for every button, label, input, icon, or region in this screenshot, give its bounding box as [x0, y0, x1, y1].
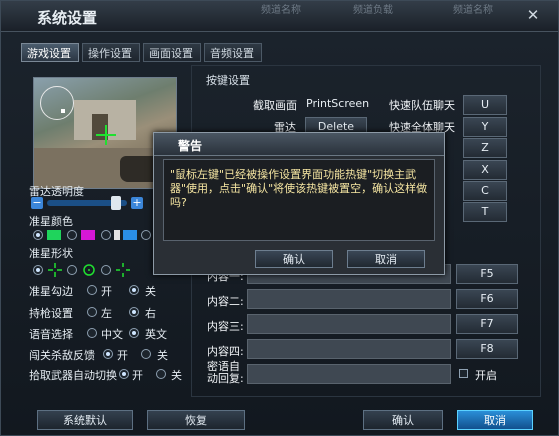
hold-left-radio[interactable] [87, 307, 97, 317]
blue-swatch [123, 230, 137, 240]
kill-on-radio[interactable] [103, 349, 113, 359]
auto-on-label: 开 [132, 369, 143, 382]
green-swatch [47, 230, 61, 240]
content-label-3: 内容三: [207, 320, 244, 333]
screenshot-label: 截取画面 [253, 99, 297, 112]
content-field-3[interactable] [247, 314, 451, 334]
close-icon[interactable]: ✕ [521, 5, 545, 25]
dialog-message: "鼠标左键"已经被操作设置界面功能热键"切换主武器"使用，点击"确认"将使该热键… [163, 159, 435, 241]
content-field-2[interactable] [247, 289, 451, 309]
extra-key-t[interactable]: T [463, 202, 507, 222]
system-defaults-button[interactable]: 系统默认 [37, 410, 133, 430]
outline-off-label: 关 [145, 285, 156, 298]
outline-label: 准星勾边 [29, 285, 73, 298]
team-chat-label: 快速队伍聊天 [389, 99, 455, 112]
radar-icon [40, 86, 74, 120]
dialog-title-bar: 警告 [154, 133, 444, 156]
bg-column-1: 频道名称 [261, 5, 301, 16]
warning-dialog: 警告 "鼠标左键"已经被操作设置界面功能热键"切换主武器"使用，点击"确认"将使… [153, 132, 445, 275]
lang-en-label: 英文 [145, 328, 167, 341]
bg-column-3: 频道名称 [453, 5, 493, 16]
outline-on-radio[interactable] [87, 285, 97, 295]
hold-label: 持枪设置 [29, 307, 73, 320]
kill-on-label: 开 [117, 349, 128, 362]
extra-key-x[interactable]: X [463, 160, 507, 180]
hold-right-radio[interactable] [129, 307, 139, 317]
color-radio-white[interactable] [101, 230, 111, 240]
hold-right-label: 右 [145, 307, 156, 320]
title-bar: 系统设置 频道名称 频道负载 频道名称 ✕ [1, 1, 558, 32]
crosshair-circle-icon [83, 264, 95, 276]
screenshot-key[interactable]: PrintScreen [306, 97, 369, 110]
lang-en-radio[interactable] [129, 328, 139, 338]
crosshair-cross-icon [48, 263, 62, 277]
shape-radio-3[interactable] [101, 265, 111, 275]
settings-window: 系统设置 频道名称 频道负载 频道名称 ✕ 游戏设置 操作设置 画面设置 音频设… [0, 0, 559, 436]
tab-display-settings[interactable]: 画面设置 [143, 43, 201, 62]
content-key-f8[interactable]: F8 [456, 339, 518, 359]
content-key-f7[interactable]: F7 [456, 314, 518, 334]
crosshair-gap-icon [116, 263, 130, 277]
tab-control-settings[interactable]: 操作设置 [82, 43, 140, 62]
content-label-2: 内容二: [207, 295, 244, 308]
dialog-title: 警告 [178, 139, 203, 153]
dialog-cancel-button[interactable]: 取消 [347, 250, 425, 268]
kill-feedback-label: 闯关杀敌反馈 [29, 349, 95, 362]
auto-on-radio[interactable] [119, 369, 129, 379]
auto-off-radio[interactable] [156, 369, 166, 379]
enable-checkbox[interactable] [459, 369, 468, 378]
enable-label: 开启 [475, 369, 497, 382]
restore-button[interactable]: 恢复 [147, 410, 245, 430]
shape-radio-1[interactable] [33, 265, 43, 275]
auto-off-label: 关 [171, 369, 182, 382]
window-title: 系统设置 [37, 9, 98, 27]
lang-label: 语音选择 [29, 328, 73, 341]
cancel-button[interactable]: 取消 [457, 410, 533, 430]
lang-cn-radio[interactable] [87, 328, 97, 338]
all-chat-key[interactable]: Y [463, 117, 507, 137]
key-settings-title: 按键设置 [206, 74, 250, 87]
secret-reply-label: 密语自动回复: [207, 360, 244, 385]
content-field-4[interactable] [247, 339, 451, 359]
minus-icon[interactable]: − [31, 197, 43, 209]
crosshair-shape-label: 准星形状 [29, 247, 73, 260]
outline-off-radio[interactable] [129, 285, 139, 295]
bg-column-2: 频道负载 [353, 5, 393, 16]
lang-cn-label: 中文 [101, 328, 123, 341]
slider-thumb[interactable] [111, 196, 121, 210]
secret-reply-field[interactable] [247, 364, 451, 384]
extra-key-c[interactable]: C [463, 181, 507, 201]
color-radio-green[interactable] [33, 230, 43, 240]
plus-icon[interactable]: + [131, 197, 143, 209]
hold-left-label: 左 [101, 307, 112, 320]
tab-audio-settings[interactable]: 音频设置 [204, 43, 262, 62]
content-label-4: 内容四: [207, 345, 244, 358]
kill-off-label: 关 [157, 349, 168, 362]
white-swatch [114, 230, 120, 240]
kill-off-radio[interactable] [141, 349, 151, 359]
content-key-f5[interactable]: F5 [456, 264, 518, 284]
magenta-swatch [81, 230, 95, 240]
shape-radio-2[interactable] [67, 265, 77, 275]
dialog-confirm-button[interactable]: 确认 [255, 250, 333, 268]
crosshair-color-label: 准星颜色 [29, 215, 73, 228]
color-radio-magenta[interactable] [67, 230, 77, 240]
color-radio-blue[interactable] [141, 230, 151, 240]
tab-game-settings[interactable]: 游戏设置 [21, 43, 79, 62]
extra-key-z[interactable]: Z [463, 138, 507, 158]
background-channel-list: 频道名称 频道负载 频道名称 [261, 1, 541, 16]
auto-switch-label: 拾取武器自动切换 [29, 369, 117, 382]
confirm-button[interactable]: 确认 [363, 410, 443, 430]
team-chat-key[interactable]: U [463, 95, 507, 115]
content-key-f6[interactable]: F6 [456, 289, 518, 309]
outline-on-label: 开 [101, 285, 112, 298]
crosshair-vertical [105, 125, 107, 145]
